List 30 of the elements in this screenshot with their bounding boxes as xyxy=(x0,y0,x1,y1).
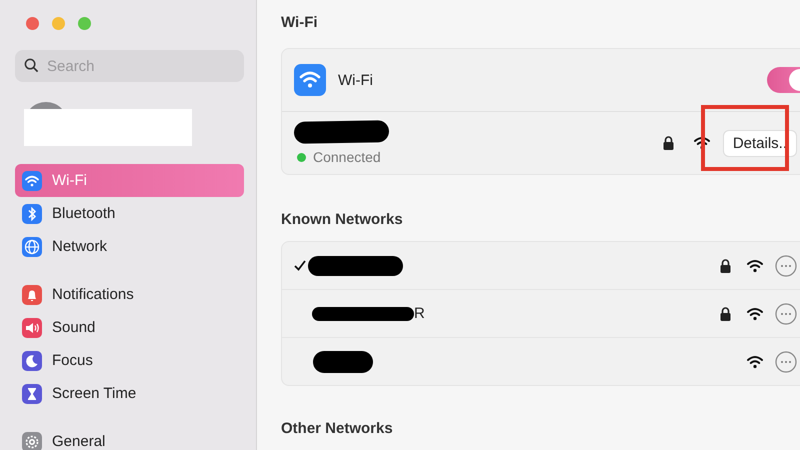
wifi-label: Wi-Fi xyxy=(338,72,374,88)
sidebar-item[interactable]: Screen Time xyxy=(15,377,244,410)
status-text: Connected xyxy=(313,149,381,165)
wifi-signal-icon xyxy=(746,258,764,272)
wifi-signal-icon xyxy=(746,306,764,320)
sidebar-item[interactable]: Bluetooth xyxy=(15,197,244,230)
more-icon[interactable] xyxy=(775,350,797,372)
wifi-toggle[interactable] xyxy=(767,67,800,93)
search-icon xyxy=(24,58,39,73)
wifi-icon xyxy=(294,64,326,96)
status-dot xyxy=(297,152,306,162)
redaction-mark xyxy=(313,350,373,372)
page-title: Wi-Fi xyxy=(281,14,319,31)
wifi-signal-icon xyxy=(746,354,764,368)
network-row[interactable]: R xyxy=(282,290,800,338)
sidebar-item[interactable]: Focus xyxy=(15,344,244,377)
network-name: R xyxy=(414,305,425,322)
more-icon[interactable] xyxy=(775,302,797,324)
zoom-button[interactable] xyxy=(78,17,91,30)
search-field[interactable]: Search xyxy=(15,50,244,82)
wifi-signal-icon xyxy=(692,136,711,150)
sidebar-item[interactable]: General xyxy=(15,425,244,450)
details-button[interactable]: Details.. xyxy=(722,130,797,156)
more-icon[interactable] xyxy=(775,254,797,276)
close-button[interactable] xyxy=(26,17,39,30)
section-heading: Known Networks xyxy=(281,211,404,228)
section-heading: Other Networks xyxy=(281,420,394,437)
sidebar-item[interactable]: Notifications xyxy=(15,278,244,311)
sidebar-item[interactable]: Network xyxy=(15,230,244,263)
sidebar-item[interactable]: Sound xyxy=(15,311,244,344)
